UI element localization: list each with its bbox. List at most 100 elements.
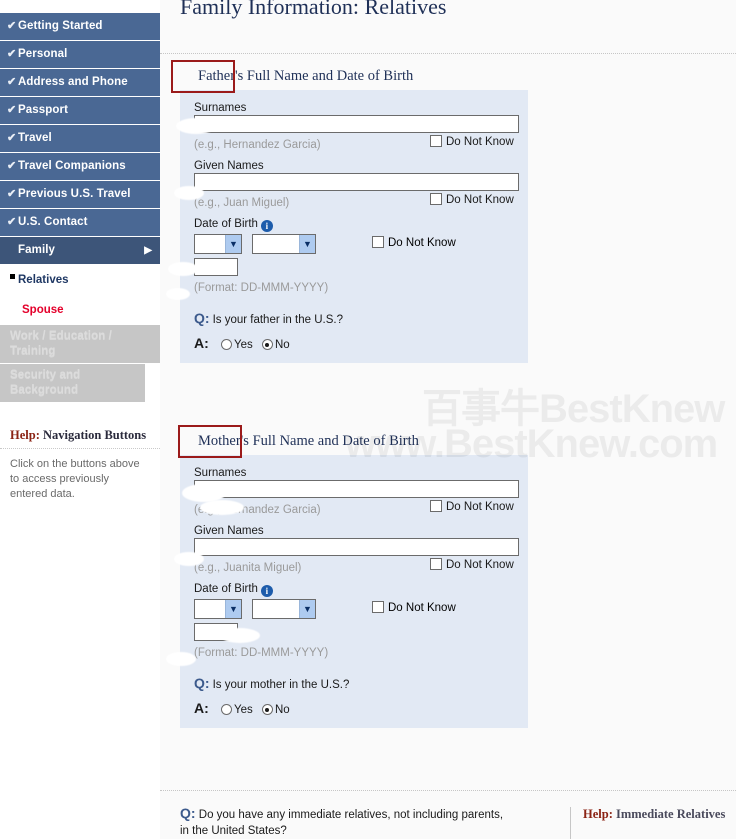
mother-radio-yes[interactable] xyxy=(220,704,232,715)
redaction-smudge xyxy=(200,500,244,515)
help-prefix: Help: xyxy=(10,428,40,442)
sidebar-subitem-spouse[interactable]: Spouse xyxy=(0,295,160,325)
highlight-box-mother xyxy=(178,425,242,458)
father-radio-yes-label: Yes xyxy=(233,339,253,351)
father-section: Father's Full Name and Date of Birth Sur… xyxy=(180,68,528,363)
donotknow-label: Do Not Know xyxy=(446,136,514,148)
help-panel-body: Click on the buttons above to access pre… xyxy=(10,458,140,500)
checkbox-icon[interactable] xyxy=(430,135,442,147)
page-title: Family Information: Relatives xyxy=(180,0,447,19)
redaction-smudge xyxy=(176,118,216,134)
sidebar-help-panel: Help: Navigation Buttons Click on the bu… xyxy=(0,420,160,502)
father-given-donotknow[interactable]: Do Not Know xyxy=(430,193,514,206)
sidebar-subitem-label: Spouse xyxy=(22,304,64,316)
bullet-icon xyxy=(10,274,15,279)
sidebar-item-label: Travel Companions xyxy=(18,160,126,172)
sidebar-item-getting-started[interactable]: ✔ Getting Started xyxy=(0,13,160,40)
father-dob-day-select[interactable]: ▼ xyxy=(194,234,242,254)
sidebar-item-us-contact[interactable]: ✔ U.S. Contact xyxy=(0,209,160,236)
mother-dob-row: ▼ ▼ Do Not Know xyxy=(194,599,518,641)
mother-dob-format-hint: (Format: DD-MMM-YYYY) xyxy=(194,647,329,659)
sidebar-item-label: Previous U.S. Travel xyxy=(18,188,131,200)
sidebar-item-travel[interactable]: ✔ Travel xyxy=(0,125,160,152)
sidebar-item-work-education-training: Work / Education / Training xyxy=(0,325,160,363)
help-title-text: Navigation Buttons xyxy=(42,428,147,442)
immediate-relatives-question-text: Q: Do you have any immediate relatives, … xyxy=(180,805,510,839)
father-radio-yes[interactable] xyxy=(220,339,232,350)
sidebar-item-personal[interactable]: ✔ Personal xyxy=(0,41,160,68)
mother-question-text: Is your mother in the U.S.? xyxy=(212,679,350,691)
father-surnames-donotknow[interactable]: Do Not Know xyxy=(430,135,514,148)
father-radio-no-label: No xyxy=(274,339,290,351)
sidebar-item-previous-us-travel[interactable]: ✔ Previous U.S. Travel xyxy=(0,181,160,208)
help-panel-title: Help: Navigation Buttons xyxy=(0,420,160,449)
father-surnames-input[interactable] xyxy=(194,115,519,133)
mother-radio-no[interactable] xyxy=(261,704,273,715)
sidebar-item-label: Work / Education / Training xyxy=(10,330,112,357)
sidebar-item-label: Getting Started xyxy=(18,20,103,32)
chevron-down-icon[interactable]: ▼ xyxy=(225,235,241,253)
donotknow-label: Do Not Know xyxy=(446,559,514,571)
checkbox-icon[interactable] xyxy=(430,193,442,205)
highlight-box-father xyxy=(171,60,235,93)
check-icon: ✔ xyxy=(7,20,17,32)
father-dob-month-select[interactable]: ▼ xyxy=(252,234,316,254)
mother-question-row: Q: Is your mother in the U.S.? xyxy=(194,675,518,691)
answer-marker: A: xyxy=(194,335,209,351)
mother-panel: Surnames (e.g., Hernandez Garcia) Do Not… xyxy=(180,455,528,728)
father-given-hint: (e.g., Juan Miguel) xyxy=(194,197,290,209)
checkbox-icon[interactable] xyxy=(372,601,384,613)
sidebar-item-label: Address and Phone xyxy=(18,76,128,88)
chevron-down-icon[interactable]: ▼ xyxy=(225,600,241,618)
checkbox-icon[interactable] xyxy=(430,500,442,512)
checkbox-icon[interactable] xyxy=(430,558,442,570)
redaction-smudge xyxy=(166,652,196,666)
sidebar-item-travel-companions[interactable]: ✔ Travel Companions xyxy=(0,153,160,180)
donotknow-label: Do Not Know xyxy=(446,501,514,513)
mother-given-label: Given Names xyxy=(194,525,264,537)
mother-answer-row: A: Yes No xyxy=(194,700,518,716)
mother-dob-day-select[interactable]: ▼ xyxy=(194,599,242,619)
mother-dob-donotknow[interactable]: Do Not Know xyxy=(372,601,456,614)
mother-surnames-donotknow[interactable]: Do Not Know xyxy=(430,500,514,513)
father-dob-format-hint: (Format: DD-MMM-YYYY) xyxy=(194,282,329,294)
sidebar-subitem-relatives[interactable]: Relatives xyxy=(0,265,160,295)
sidebar-item-label: Travel xyxy=(18,132,52,144)
divider-top xyxy=(160,53,736,54)
mother-given-donotknow[interactable]: Do Not Know xyxy=(430,558,514,571)
check-icon: ✔ xyxy=(7,132,17,144)
donotknow-label: Do Not Know xyxy=(388,237,456,249)
info-icon[interactable]: i xyxy=(260,585,273,597)
father-radio-no[interactable] xyxy=(261,339,273,350)
mother-surnames-input[interactable] xyxy=(194,480,519,498)
mother-radio-yes-label: Yes xyxy=(233,704,253,716)
visa-application-page: ✔ Getting Started ✔ Personal ✔ Address and … xyxy=(0,0,736,839)
question-marker: Q: xyxy=(180,805,196,821)
redaction-smudge xyxy=(220,628,260,643)
help-prefix: Help: xyxy=(583,807,613,821)
question-marker: Q: xyxy=(194,310,210,326)
chevron-down-icon[interactable]: ▼ xyxy=(299,235,315,253)
father-dob-row: ▼ ▼ Do Not Know xyxy=(194,234,518,276)
chevron-down-icon[interactable]: ▼ xyxy=(299,600,315,618)
mother-given-names-input[interactable] xyxy=(194,538,519,556)
mother-section: Mother's Full Name and Date of Birth Sur… xyxy=(180,433,528,728)
immediate-relatives-help-link[interactable]: Help: Immediate Relatives xyxy=(570,807,725,839)
sidebar-item-passport[interactable]: ✔ Passport xyxy=(0,97,160,124)
father-surnames-label: Surnames xyxy=(194,102,247,114)
redaction-smudge xyxy=(168,262,198,276)
sidebar-item-family[interactable]: Family ▶ xyxy=(0,237,160,264)
father-given-row: (e.g., Juan Miguel) Do Not Know xyxy=(194,193,518,209)
check-icon: ✔ xyxy=(7,48,17,60)
sidebar-item-address-and-phone[interactable]: ✔ Address and Phone xyxy=(0,69,160,96)
mother-dob-month-select[interactable]: ▼ xyxy=(252,599,316,619)
father-dob-donotknow[interactable]: Do Not Know xyxy=(372,236,456,249)
checkbox-icon[interactable] xyxy=(372,236,384,248)
father-dob-year-input[interactable] xyxy=(194,258,238,276)
info-icon[interactable]: i xyxy=(260,220,273,232)
sidebar-item-label: Personal xyxy=(18,48,68,60)
father-given-names-input[interactable] xyxy=(194,173,519,191)
check-icon: ✔ xyxy=(7,188,17,200)
main-content: Family Information: Relatives Father's F… xyxy=(160,0,736,839)
sidebar-item-label: Passport xyxy=(18,104,69,116)
